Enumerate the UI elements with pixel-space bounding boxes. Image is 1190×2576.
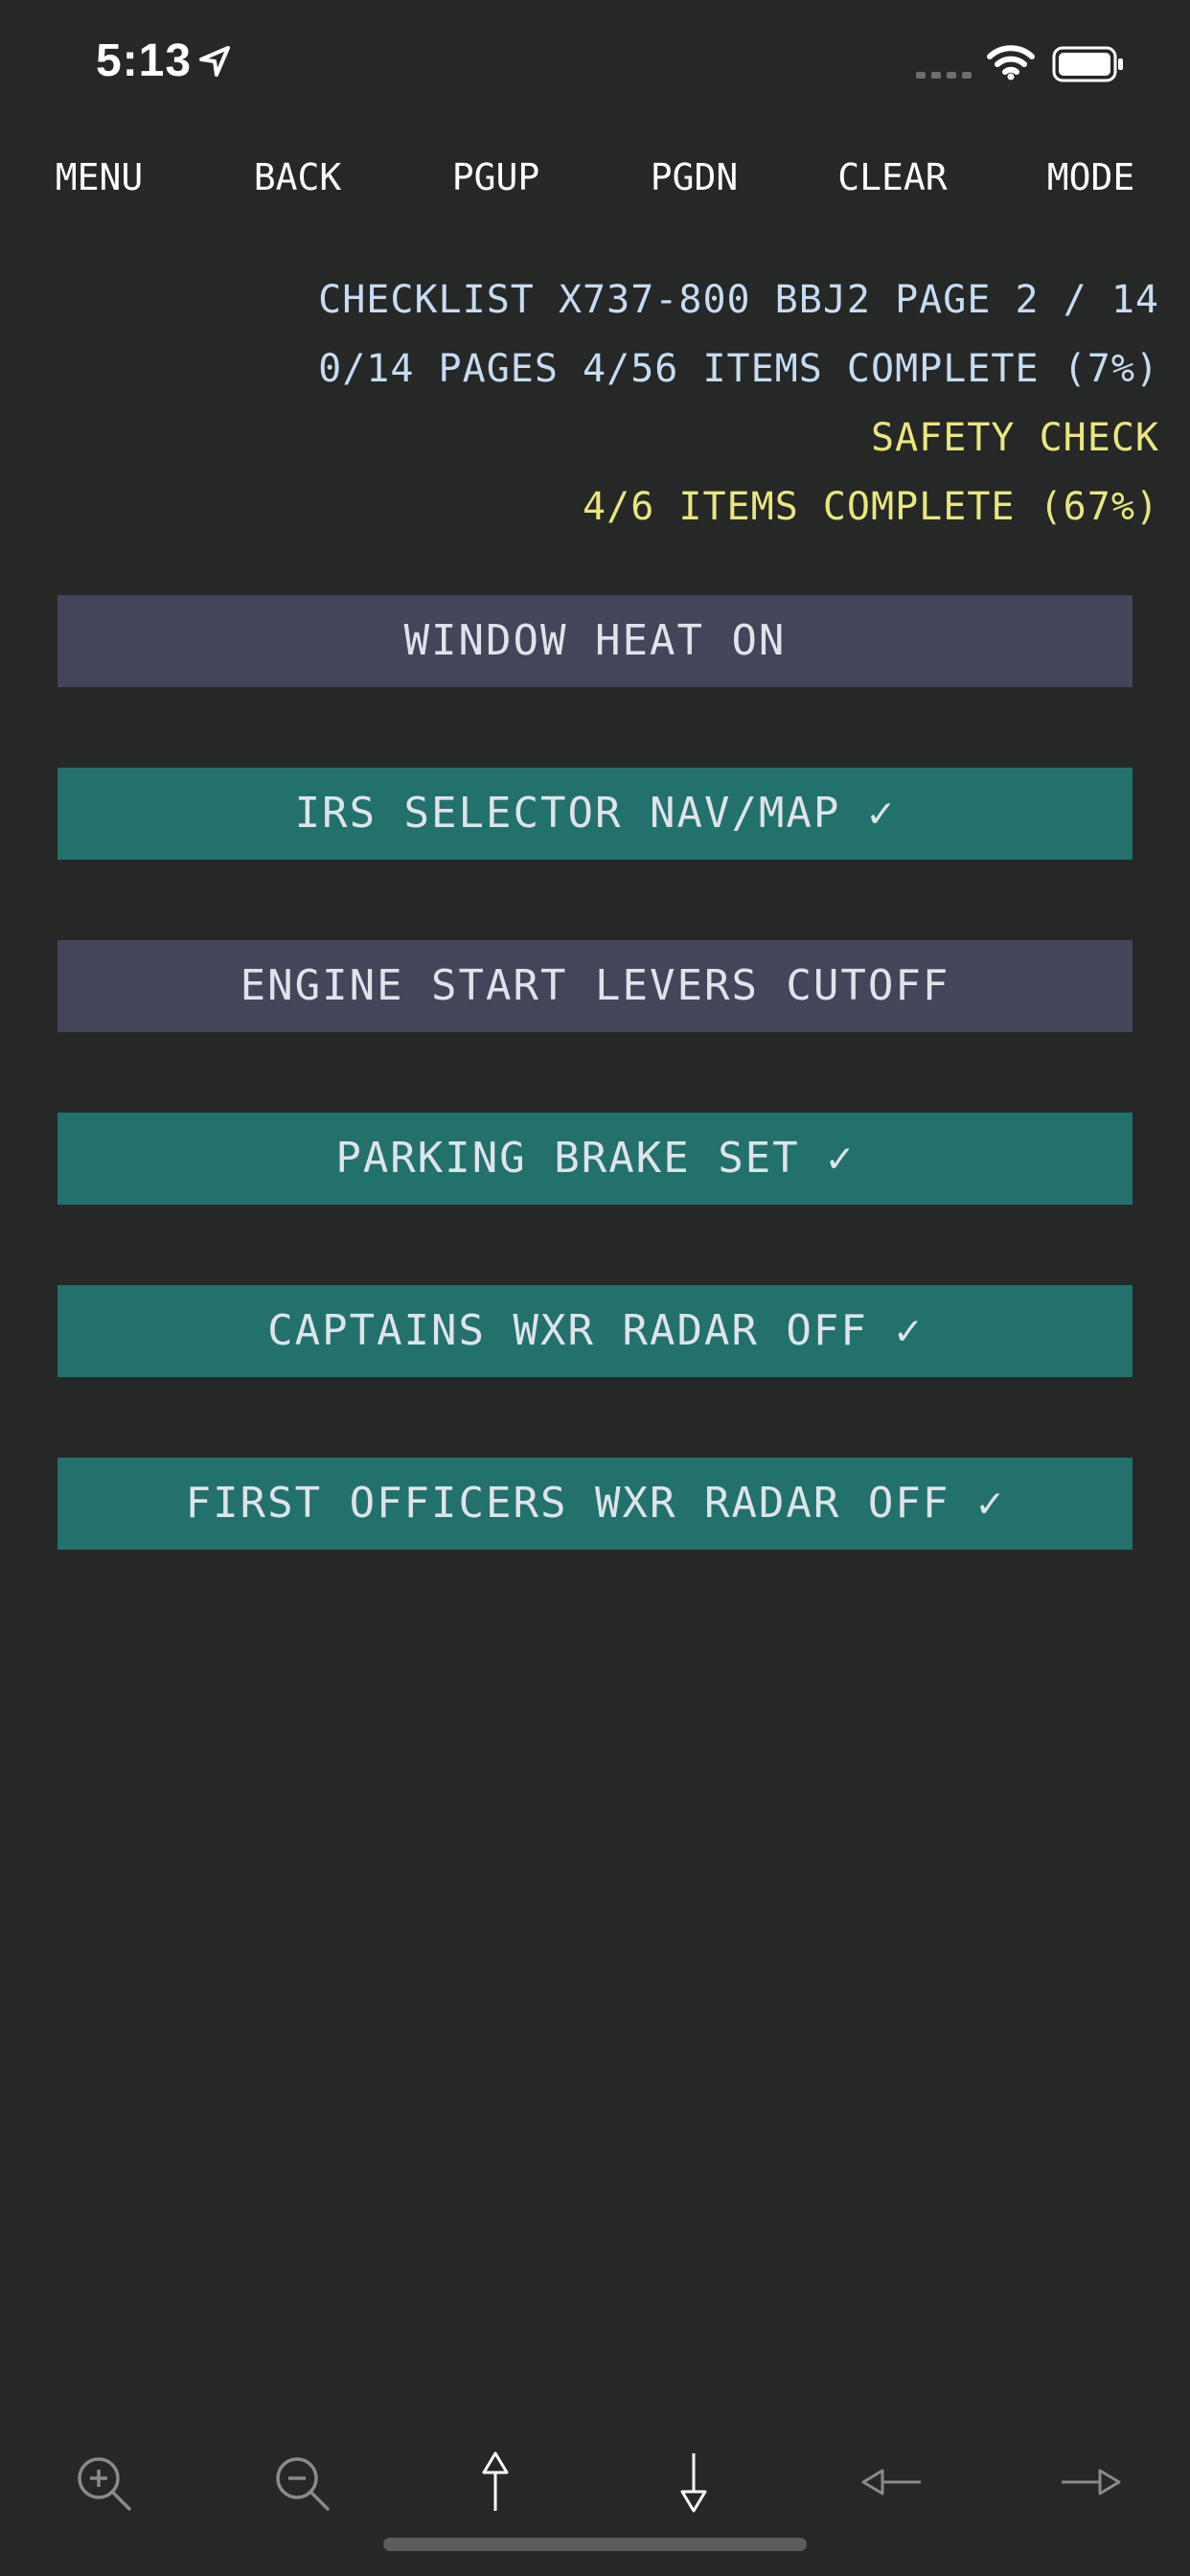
section-title: SAFETY CHECK [871, 416, 1159, 460]
checklist-item-parking-brake[interactable]: PARKING BRAKE SET ✓ [57, 1113, 1133, 1205]
arrow-up-icon[interactable] [457, 2444, 534, 2520]
home-indicator[interactable] [383, 2538, 807, 2551]
status-bar: 5:13 [0, 0, 1190, 134]
battery-icon [1052, 46, 1123, 82]
zoom-in-icon[interactable] [64, 2444, 141, 2520]
page-down-button[interactable]: PGDN [595, 134, 793, 220]
section-progress: 4/6 ITEMS COMPLETE (67%) [583, 485, 1159, 529]
page-up-button[interactable]: PGUP [397, 134, 595, 220]
checklist-title: CHECKLIST X737-800 BBJ2 PAGE 2 / 14 [318, 278, 1159, 322]
cellular-signal-icon [916, 72, 972, 79]
arrow-down-icon[interactable] [655, 2444, 732, 2520]
checklist-item-engine-start-levers[interactable]: ENGINE START LEVERS CUTOFF [57, 940, 1133, 1032]
clear-button[interactable]: CLEAR [793, 134, 992, 220]
zoom-out-icon[interactable] [263, 2444, 339, 2520]
back-button[interactable]: BACK [198, 134, 397, 220]
location-arrow-icon [199, 46, 230, 77]
wifi-icon [987, 45, 1035, 80]
overall-progress: 0/14 PAGES 4/56 ITEMS COMPLETE (7%) [318, 347, 1159, 391]
status-time: 5:13 [96, 35, 193, 86]
checklist-item-irs-selector[interactable]: IRS SELECTOR NAV/MAP ✓ [57, 768, 1133, 860]
menu-button[interactable]: MENU [0, 134, 198, 220]
arrow-right-icon[interactable] [1052, 2444, 1129, 2520]
checklist-item-first-officers-wxr-radar[interactable]: FIRST OFFICERS WXR RADAR OFF ✓ [57, 1458, 1133, 1550]
checklist-item-captains-wxr-radar[interactable]: CAPTAINS WXR RADAR OFF ✓ [57, 1285, 1133, 1377]
arrow-left-icon[interactable] [854, 2444, 930, 2520]
top-menu-bar: MENU BACK PGUP PGDN CLEAR MODE [0, 134, 1190, 220]
mode-button[interactable]: MODE [992, 134, 1190, 220]
checklist-item-window-heat[interactable]: WINDOW HEAT ON [57, 595, 1133, 687]
